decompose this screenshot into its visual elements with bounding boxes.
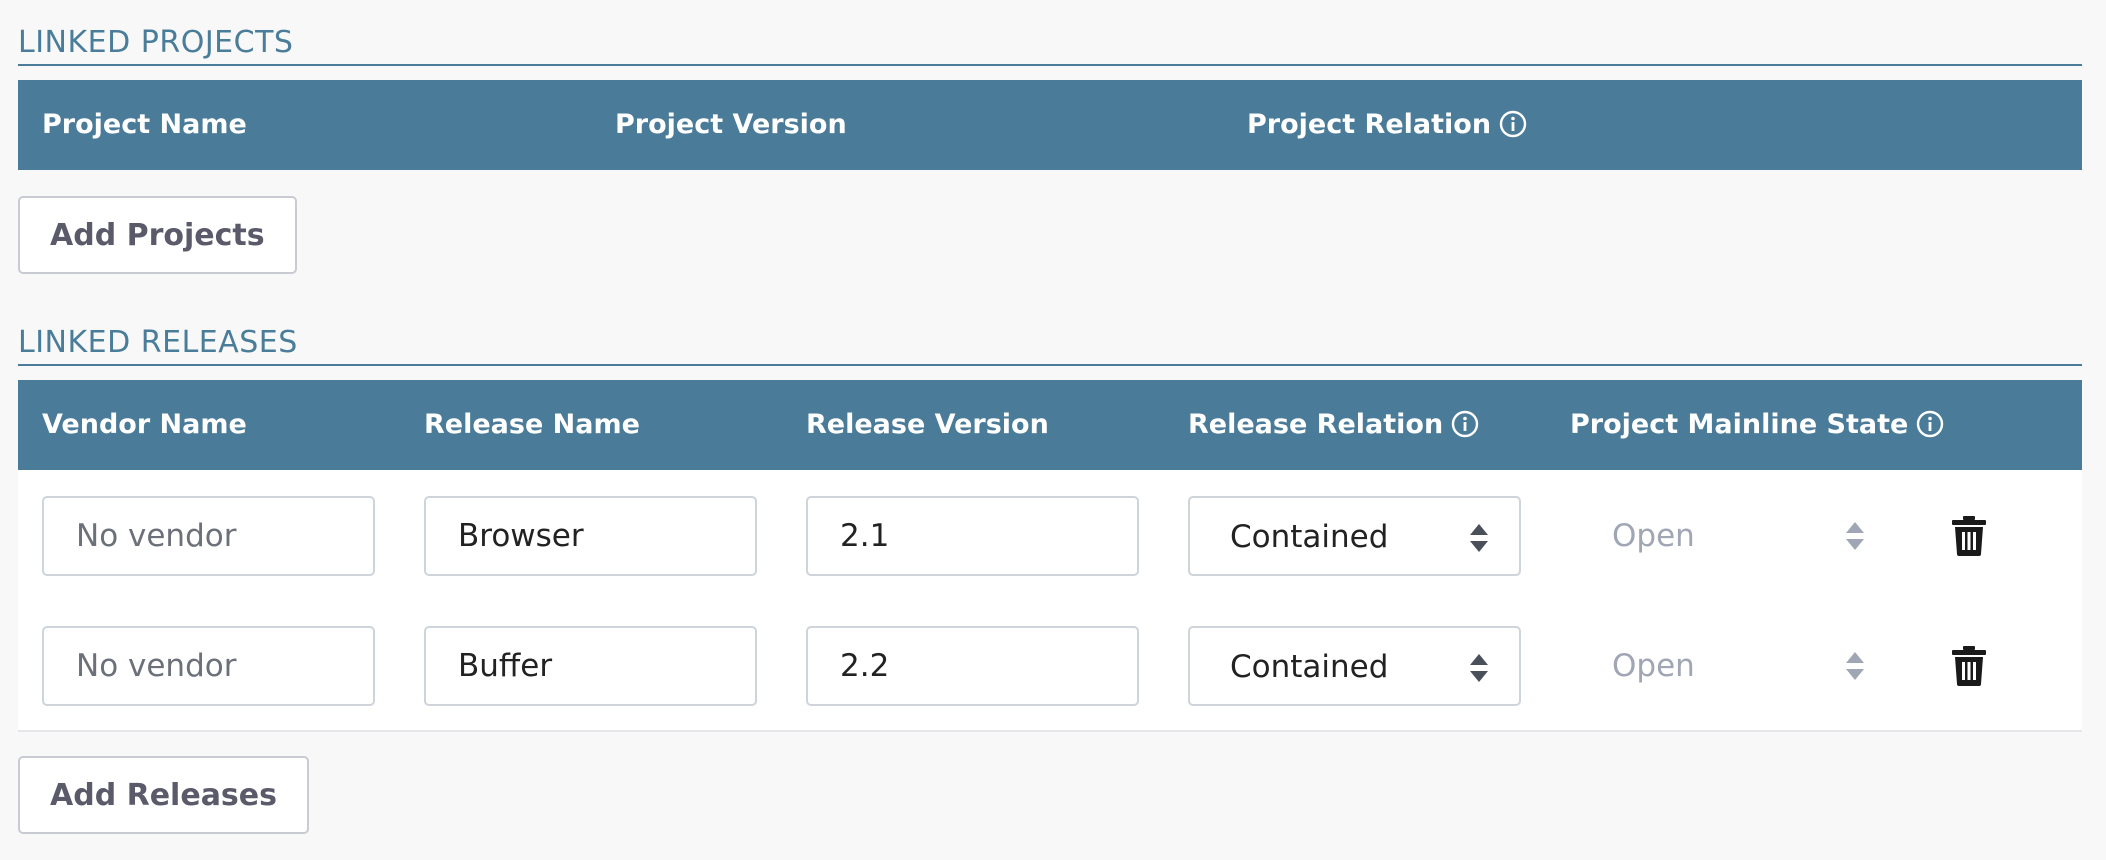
vendor-name-input[interactable] bbox=[42, 626, 375, 706]
project-mainline-state-value: Open bbox=[1612, 648, 1695, 684]
release-relation-select[interactable]: Contained bbox=[1188, 626, 1521, 706]
release-relation-value: Contained bbox=[1230, 519, 1389, 555]
add-releases-button[interactable]: Add Releases bbox=[18, 756, 309, 834]
column-project-mainline-state-label: Project Mainline State bbox=[1570, 409, 1909, 440]
column-release-relation-label: Release Relation bbox=[1188, 409, 1444, 440]
linked-projects-table-header: Project Name Project Version Project Rel… bbox=[18, 80, 2082, 170]
table-row: Contained Open bbox=[18, 626, 2082, 706]
column-release-name: Release Name bbox=[424, 409, 640, 440]
vendor-name-input[interactable] bbox=[42, 496, 375, 576]
release-name-input[interactable] bbox=[424, 496, 757, 576]
release-relation-select[interactable]: Contained bbox=[1188, 496, 1521, 576]
release-name-input[interactable] bbox=[424, 626, 757, 706]
column-vendor-name: Vendor Name bbox=[42, 409, 247, 440]
release-version-input[interactable] bbox=[806, 496, 1139, 576]
release-version-input[interactable] bbox=[806, 626, 1139, 706]
project-mainline-state-select[interactable]: Open bbox=[1570, 626, 1903, 706]
info-icon[interactable] bbox=[1451, 410, 1479, 438]
info-icon[interactable] bbox=[1499, 110, 1527, 138]
add-projects-button[interactable]: Add Projects bbox=[18, 196, 297, 274]
trash-icon[interactable] bbox=[1952, 646, 1986, 686]
sort-arrows-icon bbox=[1470, 654, 1488, 682]
linked-releases-table-body: Contained Open Contained Open bbox=[18, 470, 2082, 732]
linked-projects-title: LINKED PROJECTS bbox=[18, 28, 2082, 66]
project-mainline-state-value: Open bbox=[1612, 518, 1695, 554]
column-project-name: Project Name bbox=[42, 109, 247, 140]
column-project-version: Project Version bbox=[615, 109, 847, 140]
trash-icon[interactable] bbox=[1952, 516, 1986, 556]
release-relation-value: Contained bbox=[1230, 649, 1389, 685]
project-mainline-state-select[interactable]: Open bbox=[1570, 496, 1903, 576]
column-release-version: Release Version bbox=[806, 409, 1049, 440]
linked-releases-table-header: Vendor Name Release Name Release Version… bbox=[18, 380, 2082, 470]
column-project-mainline-state: Project Mainline State bbox=[1570, 380, 1944, 470]
info-icon[interactable] bbox=[1916, 410, 1944, 438]
table-row: Contained Open bbox=[18, 496, 2082, 576]
sort-arrows-icon bbox=[1846, 522, 1864, 550]
column-project-relation-label: Project Relation bbox=[1247, 109, 1492, 140]
column-release-relation: Release Relation bbox=[1188, 380, 1479, 470]
sort-arrows-icon bbox=[1470, 524, 1488, 552]
sort-arrows-icon bbox=[1846, 652, 1864, 680]
column-project-relation: Project Relation bbox=[1247, 80, 1527, 170]
linked-releases-title: LINKED RELEASES bbox=[18, 328, 2082, 366]
